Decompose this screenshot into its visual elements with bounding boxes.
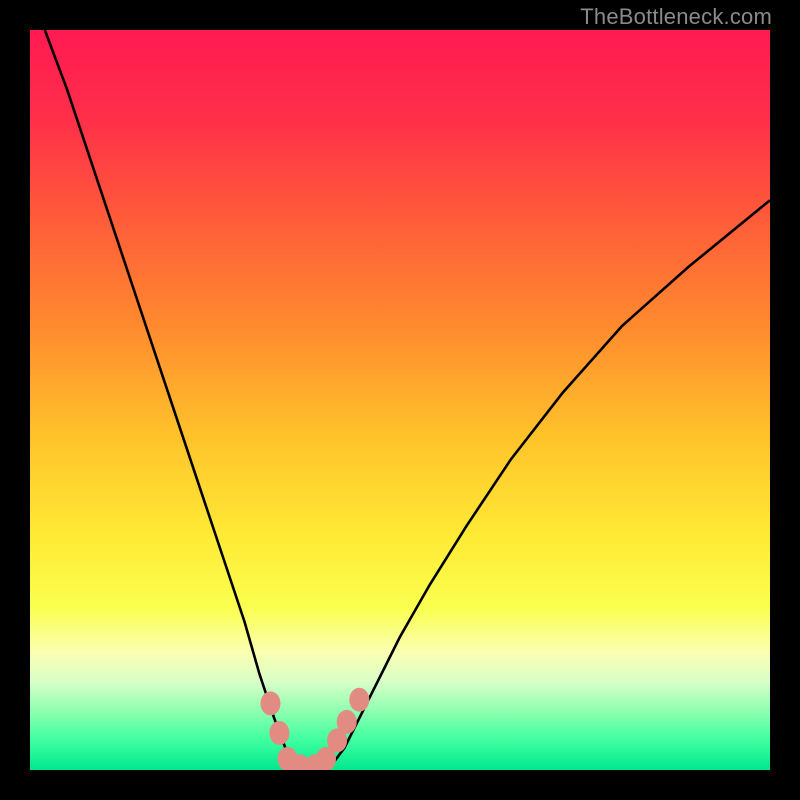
watermark-label: TheBottleneck.com: [580, 4, 772, 30]
plot-area: [30, 30, 770, 770]
marker-dot: [269, 721, 289, 745]
chart-curves: [30, 30, 770, 770]
marker-dot: [337, 710, 357, 734]
left-curve: [45, 30, 297, 770]
chart-canvas: TheBottleneck.com: [0, 0, 800, 800]
marker-dot: [261, 691, 281, 715]
markers: [261, 688, 370, 770]
marker-dot: [349, 688, 369, 712]
right-curve: [326, 200, 770, 770]
